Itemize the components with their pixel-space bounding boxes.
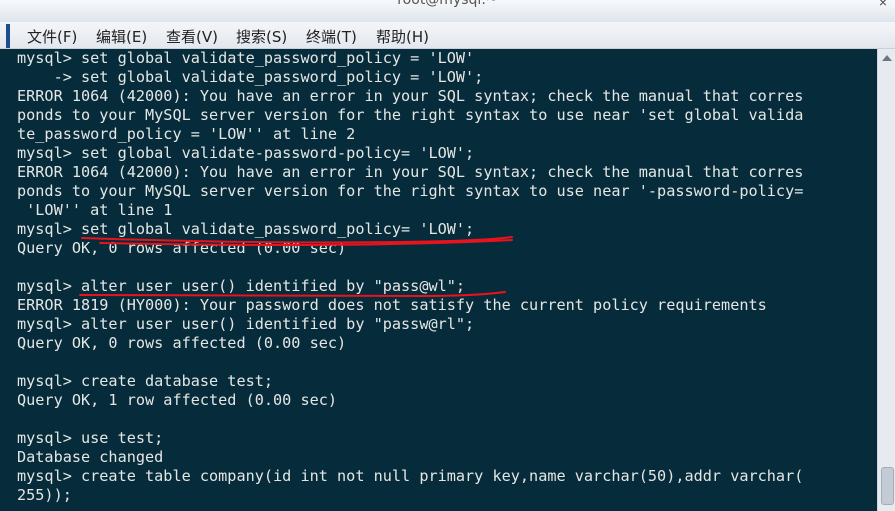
close-icon[interactable]: × [879,0,887,10]
menu-edit[interactable]: 编辑(E) [96,26,147,47]
menu-help[interactable]: 帮助(H) [376,26,429,47]
window-edge-accent [6,24,10,48]
window-title: root@mysql:~ [397,0,498,8]
menu-terminal[interactable]: 终端(T) [306,26,357,47]
scroll-up-arrow-icon[interactable] [882,55,892,61]
terminal-output[interactable]: mysql> set global validate_password_poli… [0,49,877,511]
terminal-scrollbar[interactable] [877,49,895,511]
menu-view[interactable]: 查看(V) [166,26,218,47]
menu-file[interactable]: 文件(F) [27,26,77,47]
handwritten-underlines [79,236,513,298]
menu-bar: 文件(F) 编辑(E) 查看(V) 搜索(S) 终端(T) 帮助(H) [0,22,895,49]
scrollbar-thumb[interactable] [881,467,894,505]
underline-mark-alter-user [79,291,506,298]
window-titlebar: root@mysql:~ × [0,0,895,22]
underline-mark-policy [81,236,513,246]
menu-search[interactable]: 搜索(S) [236,26,287,47]
